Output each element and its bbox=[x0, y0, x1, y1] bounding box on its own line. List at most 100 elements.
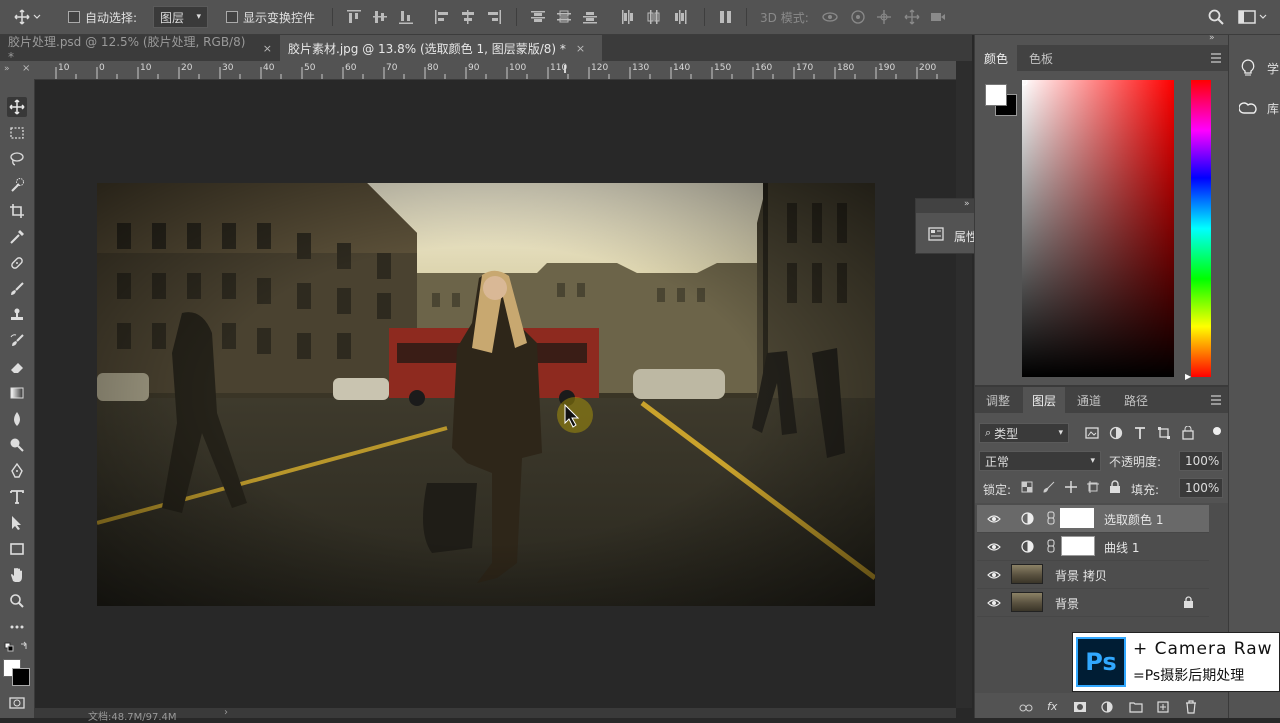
blur-tool-icon[interactable] bbox=[7, 409, 27, 429]
show-transform-checkbox[interactable]: 显示变换控件 bbox=[226, 0, 315, 34]
distribute-right-icon[interactable] bbox=[672, 9, 688, 25]
auto-select-checkbox[interactable]: 自动选择: bbox=[68, 0, 137, 34]
hue-slider-handle[interactable]: ▶ bbox=[1185, 372, 1191, 381]
background-color-swatch[interactable] bbox=[12, 668, 30, 686]
search-icon[interactable] bbox=[1208, 9, 1224, 25]
collapse-panels-icon[interactable]: » bbox=[1209, 33, 1215, 43]
filter-pixel-layer-icon[interactable] bbox=[1085, 426, 1099, 440]
align-bottom-icon[interactable] bbox=[398, 9, 414, 25]
visibility-eye-icon[interactable] bbox=[987, 540, 1001, 554]
link-icon[interactable] bbox=[1047, 539, 1055, 553]
workspace-switcher-icon[interactable] bbox=[1238, 0, 1268, 34]
filter-toggle-icon[interactable] bbox=[1213, 427, 1221, 435]
visibility-eye-icon[interactable] bbox=[987, 596, 1001, 610]
distribute-top-icon[interactable] bbox=[530, 9, 546, 25]
filter-shape-layer-icon[interactable] bbox=[1157, 426, 1171, 440]
eraser-tool-icon[interactable] bbox=[7, 357, 27, 377]
marquee-tool-icon[interactable] bbox=[7, 123, 27, 143]
distribute-horizontal-center-icon[interactable] bbox=[646, 9, 662, 25]
visibility-eye-icon[interactable] bbox=[987, 568, 1001, 582]
close-icon[interactable]: × bbox=[576, 42, 585, 55]
layer-row[interactable]: 背景 拷贝 bbox=[977, 561, 1209, 589]
move-tool-preset-icon[interactable] bbox=[14, 0, 42, 34]
layer-mask-thumbnail[interactable] bbox=[1060, 508, 1094, 528]
layer-filter-dropdown[interactable]: ⌕ 类型 ▾ bbox=[979, 423, 1069, 443]
lock-position-icon[interactable] bbox=[1065, 481, 1077, 493]
filter-adjustment-layer-icon[interactable] bbox=[1109, 426, 1123, 440]
new-layer-icon[interactable] bbox=[1157, 701, 1169, 713]
layer-name[interactable]: 选取颜色 1 bbox=[1104, 511, 1163, 528]
learn-panel-button[interactable]: 学 bbox=[1229, 53, 1280, 83]
3d-slide-icon[interactable] bbox=[904, 9, 920, 25]
opacity-input[interactable]: 100% bbox=[1179, 451, 1223, 471]
panel-menu-icon[interactable] bbox=[1209, 395, 1223, 405]
path-selection-tool-icon[interactable] bbox=[7, 513, 27, 533]
lock-transparent-pixels-icon[interactable] bbox=[1021, 481, 1033, 493]
tab-channels[interactable]: 通道 bbox=[1067, 387, 1111, 413]
add-mask-icon[interactable] bbox=[1073, 701, 1087, 713]
align-vertical-center-icon[interactable] bbox=[372, 9, 388, 25]
layer-name[interactable]: 背景 拷贝 bbox=[1055, 567, 1107, 584]
tab-film-processing-psd[interactable]: 胶片处理.psd @ 12.5% (胶片处理, RGB/8) * × bbox=[0, 35, 280, 64]
panel-menu-icon[interactable] bbox=[1209, 53, 1223, 63]
delete-layer-icon[interactable] bbox=[1185, 700, 1197, 714]
tab-paths[interactable]: 路径 bbox=[1113, 387, 1159, 413]
filter-type-layer-icon[interactable] bbox=[1133, 426, 1147, 440]
type-tool-icon[interactable] bbox=[7, 487, 27, 507]
distribute-left-icon[interactable] bbox=[620, 9, 636, 25]
3d-pan-icon[interactable] bbox=[876, 9, 892, 25]
eyedropper-tool-icon[interactable] bbox=[7, 227, 27, 247]
crop-tool-icon[interactable] bbox=[7, 201, 27, 221]
layer-thumbnail[interactable] bbox=[1011, 592, 1043, 612]
checkbox-box[interactable] bbox=[68, 11, 80, 23]
tab-layers[interactable]: 图层 bbox=[1023, 387, 1065, 413]
hue-slider[interactable] bbox=[1191, 80, 1211, 377]
lock-all-icon[interactable] bbox=[1109, 480, 1121, 493]
align-horizontal-center-icon[interactable] bbox=[460, 9, 476, 25]
tab-color[interactable]: 颜色 bbox=[975, 45, 1017, 71]
document-image[interactable] bbox=[97, 183, 875, 606]
lasso-tool-icon[interactable] bbox=[7, 149, 27, 169]
new-adjustment-layer-icon[interactable] bbox=[1101, 701, 1113, 713]
healing-brush-tool-icon[interactable] bbox=[7, 253, 27, 273]
move-tool-icon[interactable] bbox=[7, 97, 27, 117]
history-brush-tool-icon[interactable] bbox=[7, 331, 27, 351]
distribute-bottom-icon[interactable] bbox=[582, 9, 598, 25]
tab-adjustments[interactable]: 调整 bbox=[975, 387, 1021, 413]
align-right-icon[interactable] bbox=[486, 9, 502, 25]
layer-name[interactable]: 曲线 1 bbox=[1104, 539, 1139, 556]
auto-select-target-dropdown[interactable]: 图层 ▾ bbox=[153, 6, 208, 28]
layer-name[interactable]: 背景 bbox=[1055, 595, 1079, 612]
layer-style-fx-icon[interactable]: fx bbox=[1047, 700, 1057, 713]
dodge-tool-icon[interactable] bbox=[7, 435, 27, 455]
layer-mask-thumbnail[interactable] bbox=[1061, 536, 1095, 556]
vertical-scrollbar[interactable] bbox=[956, 61, 972, 708]
lock-artboard-icon[interactable] bbox=[1087, 481, 1099, 493]
link-layers-icon[interactable] bbox=[1019, 702, 1033, 714]
distribute-vertical-center-icon[interactable] bbox=[556, 9, 572, 25]
brush-tool-icon[interactable] bbox=[7, 279, 27, 299]
rectangle-tool-icon[interactable] bbox=[7, 539, 27, 559]
quick-selection-tool-icon[interactable] bbox=[7, 175, 27, 195]
status-menu-arrow-icon[interactable]: › bbox=[224, 707, 228, 718]
filter-smart-object-icon[interactable] bbox=[1181, 426, 1195, 440]
collapse-panel-icon[interactable]: » bbox=[964, 199, 970, 209]
more-tools-icon[interactable] bbox=[7, 617, 27, 637]
blend-mode-dropdown[interactable]: 正常 ▾ bbox=[979, 451, 1101, 471]
3d-roll-icon[interactable] bbox=[850, 9, 866, 25]
checkbox-box[interactable] bbox=[226, 11, 238, 23]
auto-align-icon[interactable] bbox=[718, 9, 734, 25]
layer-row[interactable]: 曲线 1 bbox=[977, 533, 1209, 561]
align-left-icon[interactable] bbox=[434, 9, 450, 25]
fill-input[interactable]: 100% bbox=[1179, 478, 1223, 498]
foreground-color-swatch[interactable] bbox=[985, 84, 1007, 106]
lock-image-pixels-icon[interactable] bbox=[1043, 481, 1055, 493]
reset-colors-icon[interactable] bbox=[4, 641, 30, 655]
clone-stamp-tool-icon[interactable] bbox=[7, 305, 27, 325]
color-picker-field[interactable] bbox=[1022, 80, 1174, 377]
layer-thumbnail[interactable] bbox=[1011, 564, 1043, 584]
layer-row[interactable]: 选取颜色 1 bbox=[977, 505, 1209, 533]
close-icon[interactable]: × bbox=[22, 64, 30, 74]
layer-row[interactable]: 背景 bbox=[977, 589, 1209, 617]
3d-scale-icon[interactable] bbox=[930, 9, 946, 25]
